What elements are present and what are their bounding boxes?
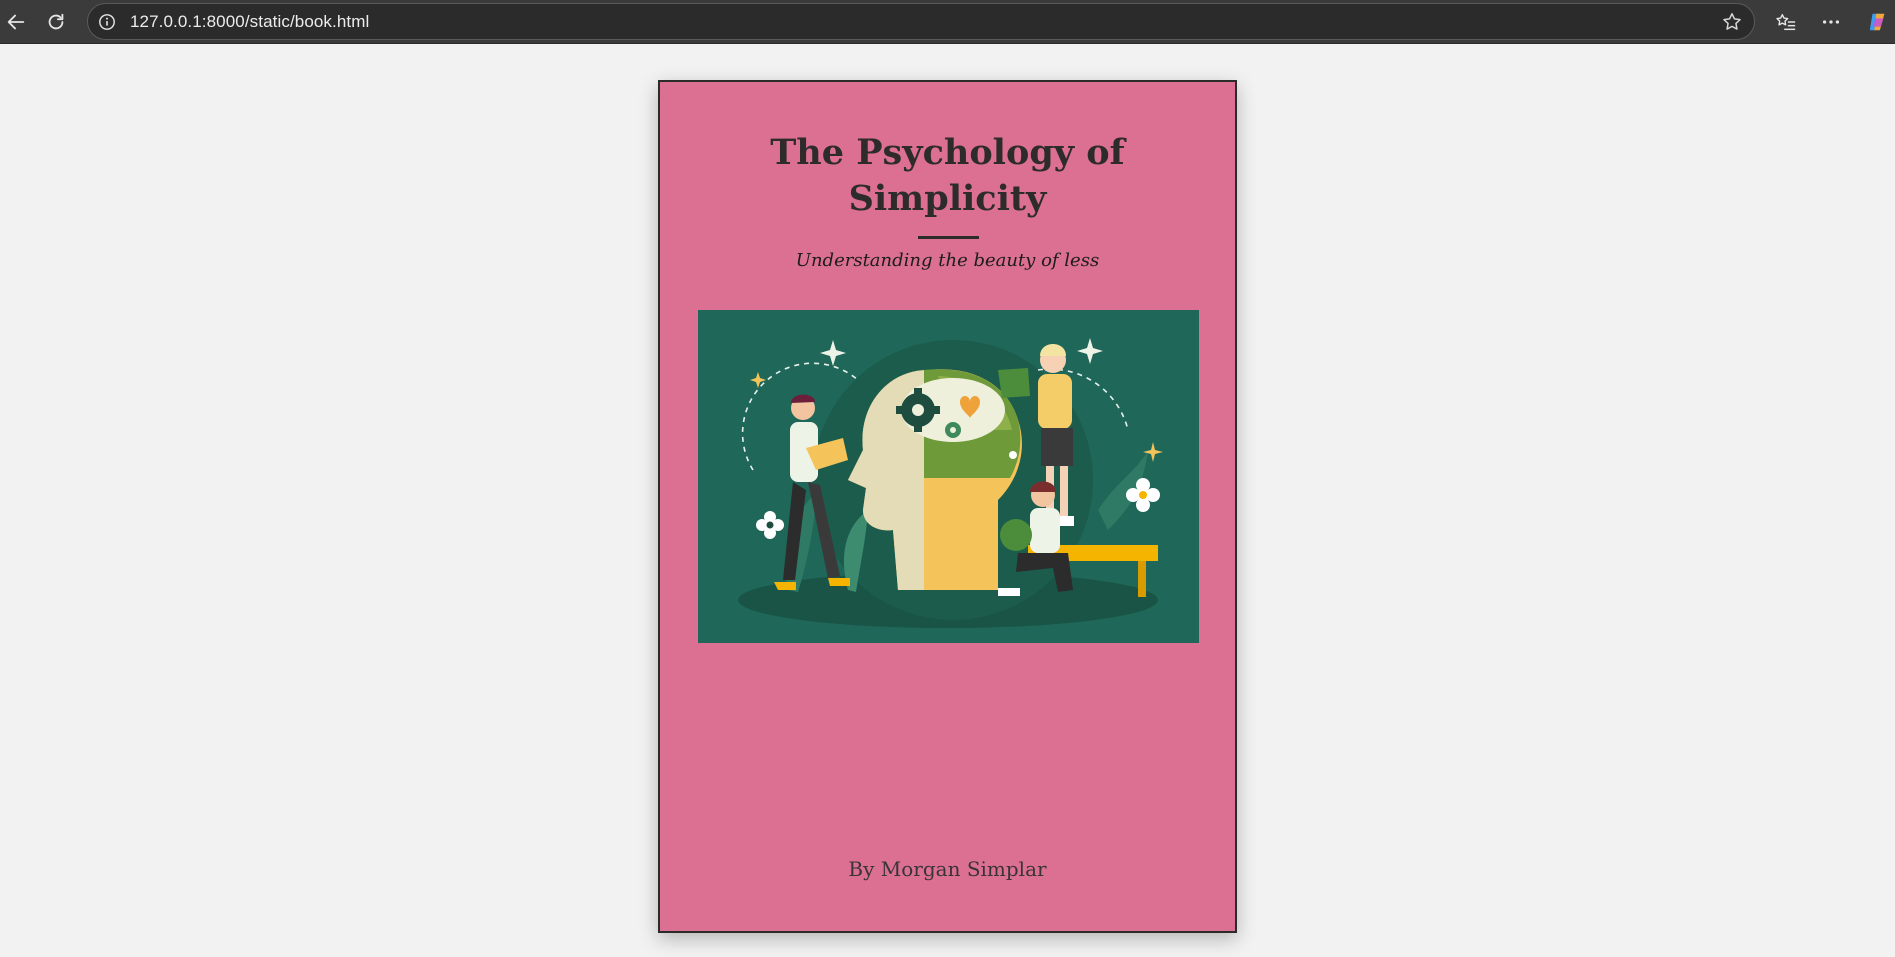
title-divider xyxy=(918,236,979,239)
url-text[interactable]: 127.0.0.1:8000/static/book.html xyxy=(130,12,369,32)
copilot-icon[interactable] xyxy=(1862,6,1894,38)
address-bar[interactable]: 127.0.0.1:8000/static/book.html xyxy=(87,3,1755,40)
reload-icon[interactable] xyxy=(40,6,72,38)
site-info-icon[interactable] xyxy=(96,11,118,33)
cover-illustration xyxy=(698,310,1199,643)
head-puzzle-illustration xyxy=(698,310,1199,643)
back-arrow-icon[interactable] xyxy=(0,6,32,38)
book-author: By Morgan Simplar xyxy=(848,857,1047,881)
book-cover: The Psychology of Simplicity Understandi… xyxy=(658,80,1237,933)
book-subtitle: Understanding the beauty of less xyxy=(795,250,1100,271)
favorite-star-icon[interactable] xyxy=(1720,10,1744,34)
book-title: The Psychology of Simplicity xyxy=(660,130,1235,222)
browser-toolbar: 127.0.0.1:8000/static/book.html xyxy=(0,0,1895,44)
book-title-line-2: Simplicity xyxy=(848,178,1047,219)
favorites-icon[interactable] xyxy=(1770,6,1802,38)
more-options-icon[interactable] xyxy=(1815,6,1847,38)
book-title-line-1: The Psychology of xyxy=(770,132,1125,173)
